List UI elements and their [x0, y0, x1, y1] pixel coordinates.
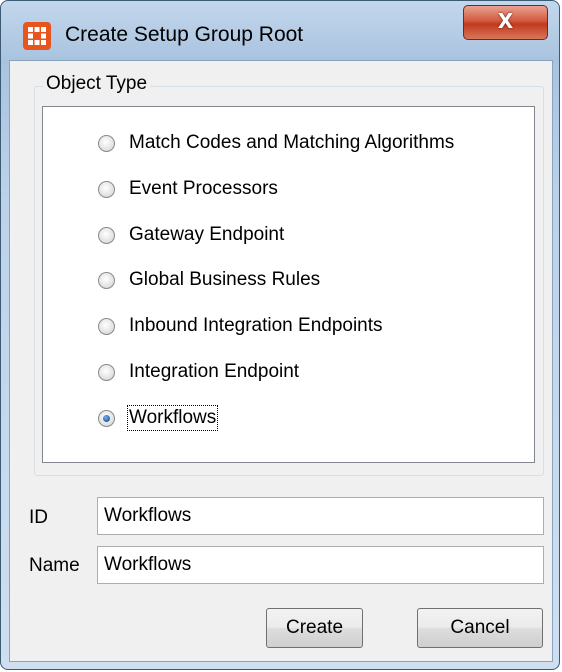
id-label: ID [29, 507, 48, 528]
window-title: Create Setup Group Root [65, 23, 304, 46]
dialog-window: Create Setup Group Root X Object Type Ma… [0, 0, 560, 670]
radio-option-event-processors[interactable]: Event Processors [98, 174, 278, 204]
radio-option-label: Workflows [126, 405, 219, 431]
radio-option-global-business-rules[interactable]: Global Business Rules [98, 265, 320, 295]
radio-button[interactable] [98, 363, 115, 381]
radio-option-match-codes[interactable]: Match Codes and Matching Algorithms [98, 128, 454, 158]
radio-option-label: Inbound Integration Endpoints [129, 315, 383, 336]
radio-button[interactable] [98, 271, 115, 289]
radio-option-gateway-endpoint[interactable]: Gateway Endpoint [98, 220, 284, 250]
dialog-body: Object Type Match Codes and Matching Alg… [9, 60, 553, 662]
cancel-button[interactable]: Cancel [417, 608, 543, 648]
radio-button[interactable] [98, 134, 115, 152]
create-button[interactable]: Create [266, 608, 363, 648]
object-type-list: Match Codes and Matching Algorithms Even… [42, 106, 535, 463]
name-label: Name [29, 555, 80, 576]
radio-button[interactable] [98, 317, 115, 335]
object-type-legend: Object Type [43, 73, 151, 95]
radio-option-workflows[interactable]: Workflows [98, 403, 219, 433]
radio-button-selected[interactable] [98, 409, 115, 427]
id-field[interactable] [97, 497, 544, 535]
radio-option-integration-endpoint[interactable]: Integration Endpoint [98, 357, 299, 387]
radio-button[interactable] [98, 226, 115, 244]
close-button[interactable]: X [463, 5, 548, 40]
radio-option-label: Event Processors [129, 178, 278, 199]
radio-option-inbound-integration-endpoints[interactable]: Inbound Integration Endpoints [98, 311, 383, 341]
object-type-group: Object Type Match Codes and Matching Alg… [34, 73, 544, 476]
title-bar[interactable]: Create Setup Group Root X [1, 1, 559, 61]
app-grid-icon [23, 22, 51, 50]
radio-button[interactable] [98, 180, 115, 198]
radio-option-label: Match Codes and Matching Algorithms [129, 132, 455, 153]
radio-option-label: Global Business Rules [129, 269, 321, 290]
radio-option-label: Gateway Endpoint [129, 224, 285, 245]
radio-option-label: Integration Endpoint [129, 361, 300, 382]
name-field[interactable] [97, 546, 544, 584]
close-icon: X [497, 9, 514, 33]
